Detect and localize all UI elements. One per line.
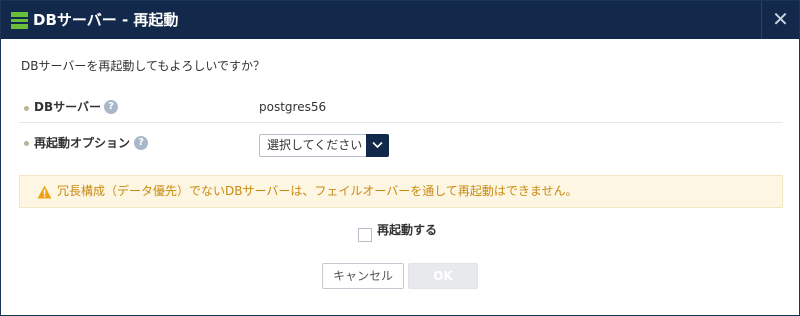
db-server-icon [11,12,28,29]
restart-option-label: 再起動オプション [34,136,131,150]
confirm-question: DBサーバーを再起動してもよろしいですか？ [21,59,266,73]
help-icon[interactable]: ? [104,100,118,114]
confirm-restart-checkbox[interactable] [358,228,372,242]
cancel-button[interactable]: キャンセル [322,263,404,289]
confirm-restart-label[interactable]: 再起動する [377,222,437,239]
close-button[interactable]: ✕ [761,1,799,39]
ok-button[interactable]: OK [408,263,478,289]
restart-option-selected: 選択してください [267,138,363,152]
help-icon[interactable]: ? [134,136,148,150]
warning-banner: 冗長構成（データ優先）でないDBサーバーは、フェイルオーバーを通して再起動はでき… [19,175,783,208]
restart-dialog: DBサーバー - 再起動 ✕ DBサーバーを再起動してもよろしいですか？ DBサ… [0,0,800,316]
db-server-value: postgres56 [259,100,327,114]
db-server-label: DBサーバー [34,100,101,114]
restart-option-select[interactable]: 選択してください [259,134,389,157]
db-server-row: DBサーバー ? postgres56 [19,92,783,123]
warning-text: 冗長構成（データ優先）でないDBサーバーは、フェイルオーバーを通して再起動はでき… [57,184,578,198]
restart-option-row: 再起動オプション ? 選択してください [19,124,783,166]
bullet-icon [24,141,29,146]
dialog-titlebar: DBサーバー - 再起動 ✕ [1,1,799,39]
dialog-title: DBサーバー - 再起動 [33,11,179,29]
bullet-icon [24,106,29,111]
warning-icon [37,184,52,203]
chevron-down-icon[interactable] [366,134,389,157]
